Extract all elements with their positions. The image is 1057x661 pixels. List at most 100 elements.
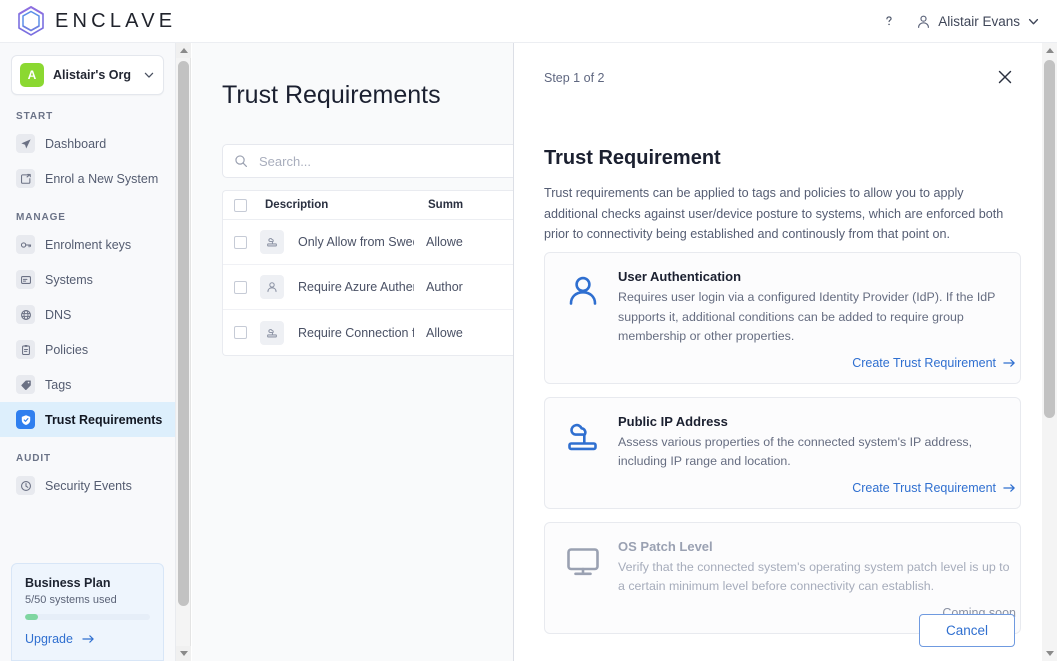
sidebar-item-label: Security Events	[45, 478, 132, 493]
sidebar-item-trust-requirements[interactable]: Trust Requirements	[0, 402, 175, 437]
sidebar-item-systems[interactable]: Systems	[0, 262, 175, 297]
tag-icon	[16, 375, 35, 394]
sidebar-item-label: Dashboard	[45, 136, 107, 151]
shield-check-icon	[16, 410, 35, 429]
plan-card: Business Plan 5/50 systems used Upgrade	[11, 563, 164, 661]
search-box[interactable]	[222, 144, 513, 178]
sidebar: A Alistair's Org START Dashboard Enrol a…	[0, 43, 176, 661]
scrollbar-thumb[interactable]	[178, 61, 189, 606]
create-trust-requirement-link[interactable]: Create Trust Requirement	[618, 481, 1016, 495]
nav-section-manage: MANAGE	[16, 212, 66, 223]
option-description: Requires user login via a configured Ide…	[618, 290, 996, 343]
row-description: Require Azure Authenticati…	[298, 280, 414, 294]
create-trust-requirement-link[interactable]: Create Trust Requirement	[618, 356, 1016, 370]
row-summary: Allowe	[426, 325, 463, 340]
row-checkbox[interactable]	[234, 235, 247, 249]
cancel-button[interactable]: Cancel	[918, 614, 1015, 647]
scroll-down-arrow-icon[interactable]	[176, 646, 191, 661]
nav-section-audit: AUDIT	[16, 453, 52, 464]
row-description: Require Connection from O…	[298, 325, 414, 340]
sidebar-item-enrolment-keys[interactable]: Enrolment keys	[0, 227, 175, 262]
row-checkbox[interactable]	[234, 280, 247, 294]
option-card-public-ip-address[interactable]: Public IP Address Assess various propert…	[544, 396, 1021, 509]
sidebar-item-security-events[interactable]: Security Events	[0, 468, 175, 503]
search-input[interactable]	[257, 152, 507, 170]
row-description: Only Allow from Sweden	[298, 235, 414, 249]
plan-usage: 5/50 systems used	[25, 594, 117, 606]
trust-requirement-options: User Authentication Requires user login …	[544, 252, 1021, 647]
public-ip-icon	[260, 230, 284, 254]
upgrade-label: Upgrade	[25, 632, 73, 646]
chevron-down-icon	[1028, 18, 1039, 24]
key-icon	[16, 235, 35, 254]
paper-plane-icon	[16, 134, 35, 153]
upgrade-link[interactable]: Upgrade	[25, 632, 150, 646]
arrow-right-icon	[1003, 358, 1015, 367]
sidebar-item-enrol-a-new-system[interactable]: Enrol a New System	[0, 161, 175, 196]
org-avatar: A	[20, 63, 44, 87]
scroll-up-arrow-icon[interactable]	[176, 43, 191, 58]
search-icon	[235, 155, 248, 168]
option-title: User Authentication	[618, 269, 742, 284]
plan-progress-bar	[25, 614, 150, 620]
help-circle-icon[interactable]	[880, 12, 898, 30]
option-card-body: User Authentication Requires user login …	[603, 269, 1016, 370]
panel-title: Trust Requirement	[544, 147, 721, 169]
user-auth-icon	[260, 275, 284, 299]
sidebar-item-label: Policies	[45, 342, 89, 357]
table-row[interactable]: Require Connection from O… Allowe	[223, 310, 513, 355]
sidebar-scrollbar[interactable]	[176, 43, 191, 661]
sidebar-item-label: Systems	[45, 272, 93, 287]
panel-footer: Cancel	[514, 600, 1042, 661]
clock-icon	[16, 476, 35, 495]
sidebar-item-dns[interactable]: DNS	[0, 297, 175, 332]
option-card-body: Public IP Address Assess various propert…	[603, 414, 1016, 495]
row-checkbox[interactable]	[234, 326, 247, 339]
select-all-checkbox[interactable]	[234, 198, 247, 212]
option-description: Verify that the connected system's opera…	[618, 559, 1010, 594]
table-row[interactable]: Require Azure Authenticati… Author	[223, 265, 513, 310]
sidebar-item-label: Trust Requirements	[45, 412, 163, 427]
person-icon	[918, 15, 930, 28]
plan-title: Business Plan	[25, 576, 111, 590]
sidebar-item-dashboard[interactable]: Dashboard	[0, 126, 175, 161]
globe-icon	[16, 305, 35, 324]
arrow-right-icon	[82, 635, 94, 643]
scroll-down-arrow-icon[interactable]	[1042, 646, 1057, 661]
column-header-description[interactable]: Description	[265, 199, 428, 211]
sidebar-item-tags[interactable]: Tags	[0, 367, 175, 402]
sidebar-item-policies[interactable]: Policies	[0, 332, 175, 367]
scroll-up-arrow-icon[interactable]	[1042, 43, 1057, 58]
create-trust-requirement-label: Create Trust Requirement	[852, 355, 996, 370]
option-card-user-authentication[interactable]: User Authentication Requires user login …	[544, 252, 1021, 384]
user-name: Alistair Evans	[938, 13, 1020, 29]
sidebar-item-label: Enrol a New System	[45, 171, 159, 186]
column-header-summary[interactable]: Summ	[428, 199, 463, 211]
table-row[interactable]: Only Allow from Sweden Allowe	[223, 220, 513, 265]
option-title: OS Patch Level	[618, 538, 713, 554]
create-trust-requirement-label: Create Trust Requirement	[852, 480, 996, 495]
system-icon	[16, 270, 35, 289]
step-indicator: Step 1 of 2	[544, 71, 605, 85]
brand-logo[interactable]: ENCLAVE	[16, 5, 176, 37]
trust-requirement-panel: Step 1 of 2 Trust Requirement Trust requ…	[513, 43, 1042, 661]
close-icon[interactable]	[995, 67, 1015, 87]
brand-name: ENCLAVE	[55, 9, 177, 32]
page-title: Trust Requirements	[222, 81, 441, 109]
enrol-system-icon	[16, 169, 35, 188]
user-menu[interactable]: Alistair Evans	[916, 14, 1040, 29]
user-auth-icon	[563, 269, 603, 370]
row-summary: Allowe	[426, 235, 463, 249]
panel-scrollbar[interactable]	[1042, 43, 1057, 661]
app-header: ENCLAVE Alistair Evans	[0, 0, 1057, 43]
trust-requirements-table: Description Summ Only Allow from Sweden …	[222, 190, 513, 356]
public-ip-icon	[260, 320, 284, 345]
org-name: Alistair's Org	[53, 68, 131, 82]
arrow-right-icon	[1003, 483, 1015, 492]
chevron-down-icon	[144, 72, 154, 78]
scrollbar-thumb[interactable]	[1044, 60, 1055, 418]
sidebar-item-label: Tags	[45, 377, 72, 392]
option-description: Assess various properties of the connect…	[618, 434, 973, 469]
org-selector[interactable]: A Alistair's Org	[11, 55, 164, 95]
public-ip-icon	[563, 414, 603, 495]
